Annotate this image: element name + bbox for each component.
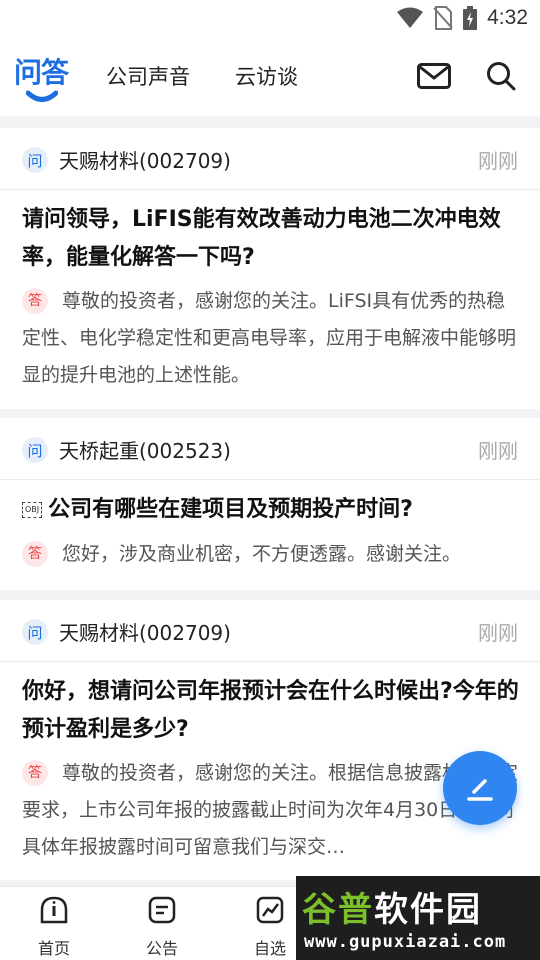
question-text: 请问领导，LiFIS能有效改善动力电池二次冲电效率，能量化解答一下吗? <box>22 207 501 270</box>
answer-block: 答尊敬的投资者，感谢您的关注。LiFSI具有优秀的热稳定性、电化学稳定性和更高电… <box>22 283 520 394</box>
ask-question-fab[interactable] <box>443 751 517 825</box>
search-button[interactable] <box>481 56 521 96</box>
tab-cloud-interview[interactable]: 云访谈 <box>235 61 298 91</box>
no-sim-icon <box>433 6 453 30</box>
card-header: 问 天赐材料(002709) 刚刚 <box>0 600 540 662</box>
answer-text: 尊敬的投资者，感谢您的关注。LiFSI具有优秀的热稳定性、电化学稳定性和更高电导… <box>22 290 517 386</box>
home-info-icon <box>40 896 68 924</box>
tab-home[interactable]: 首页 <box>19 895 89 959</box>
company-name[interactable]: 天赐材料(002709) <box>59 617 231 646</box>
site-watermark: 谷普软件园 www.gupuxiazai.com <box>296 876 540 960</box>
company-name[interactable]: 天赐材料(002709) <box>59 145 231 174</box>
logo-text: 问答 <box>14 56 69 89</box>
qa-card[interactable]: 问 天赐材料(002709) 刚刚 请问领导，LiFIS能有效改善动力电池二次冲… <box>0 128 540 409</box>
tab-announcements[interactable]: 公告 <box>127 895 197 959</box>
question-text: 公司有哪些在建项目及预期投产时间? <box>48 497 413 522</box>
question-badge: 问 <box>22 147 48 173</box>
qa-card[interactable]: 问 天赐材料(002709) 刚刚 你好，想请问公司年报预计会在什么时候出?今年… <box>0 600 540 880</box>
question-text: 你好，想请问公司年报预计会在什么时候出?今年的预计盈利是多少? <box>22 679 519 742</box>
question-badge: 问 <box>22 437 48 463</box>
watermark-title: 谷普软件园 <box>302 890 482 930</box>
tab-watchlist[interactable]: 自选 <box>235 895 305 959</box>
answer-text: 您好，涉及商业机密，不方便透露。感谢关注。 <box>62 543 462 565</box>
question-line: OBJ 公司有哪些在建项目及预期投产时间? <box>22 491 520 529</box>
company-name[interactable]: 天桥起重(002523) <box>59 435 231 464</box>
answer-block: 答尊敬的投资者，感谢您的关注。根据信息披露相关规定要求，上市公司年报的披露截止时… <box>22 755 520 866</box>
object-placeholder-icon: OBJ <box>22 502 43 518</box>
question-badge: 问 <box>22 619 48 645</box>
tab-label: 公告 <box>145 939 178 958</box>
app-logo[interactable]: 问答 <box>14 56 72 106</box>
status-bar: 4:32 <box>0 0 540 36</box>
battery-charging-icon <box>463 6 478 30</box>
post-time: 刚刚 <box>478 439 518 463</box>
post-time: 刚刚 <box>478 149 518 173</box>
post-time: 刚刚 <box>478 621 518 645</box>
status-icons: 4:32 <box>397 0 528 36</box>
edit-pencil-icon <box>467 779 493 801</box>
status-time: 4:32 <box>487 6 528 29</box>
tab-label: 首页 <box>37 939 70 958</box>
mail-icon <box>417 63 451 89</box>
card-header: 问 天桥起重(002523) 刚刚 <box>0 418 540 480</box>
messages-button[interactable] <box>414 56 454 96</box>
card-header: 问 天赐材料(002709) 刚刚 <box>0 128 540 190</box>
logo-smile-icon <box>26 90 58 102</box>
wifi-icon <box>397 7 424 28</box>
chart-trend-icon <box>256 896 284 924</box>
tab-company-voice[interactable]: 公司声音 <box>106 61 190 91</box>
qa-card[interactable]: 问 天桥起重(002523) 刚刚 OBJ 公司有哪些在建项目及预期投产时间? 答… <box>0 418 540 590</box>
document-icon <box>148 896 176 924</box>
answer-badge: 答 <box>22 760 48 786</box>
tab-label: 自选 <box>253 939 286 958</box>
answer-badge: 答 <box>22 541 48 567</box>
watermark-url: www.gupuxiazai.com <box>304 932 507 952</box>
answer-block: 答您好，涉及商业机密，不方便透露。感谢关注。 <box>22 536 520 573</box>
answer-badge: 答 <box>22 288 48 314</box>
app-header: 问答 公司声音 云访谈 <box>0 36 540 116</box>
search-icon <box>487 62 516 91</box>
